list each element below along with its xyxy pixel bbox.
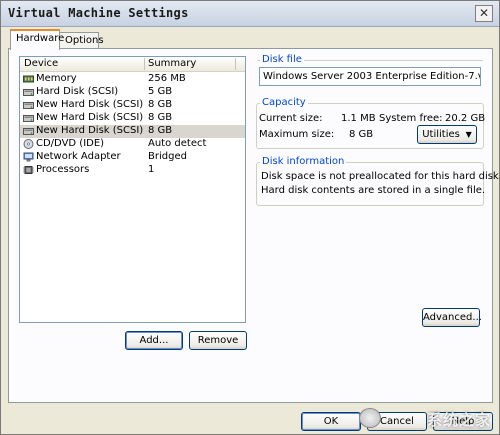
column-header-summary[interactable]: Summary [148,58,196,69]
disk-information-line-2: Hard disk contents are stored in a singl… [261,185,486,196]
device-summary: 256 MB [148,73,186,84]
remove-button[interactable]: Remove [189,331,247,350]
disk-file-group-label: Disk file [260,54,304,65]
system-free-label: System free: [379,113,443,124]
processor-icon [23,166,34,174]
device-name: Network Adapter [36,151,121,162]
device-summary: 8 GB [148,125,173,136]
device-row-cd-dvd[interactable]: CD/DVD (IDE) Auto detect [20,138,245,151]
close-button[interactable]: ✕ [475,5,493,22]
device-summary: Bridged [148,151,187,162]
window-title: Virtual Machine Settings [8,6,189,20]
current-size-label: Current size: [259,113,323,124]
utilities-button-label: Utilities [422,129,460,140]
watermark: 系统之家 [426,411,491,429]
current-size-value: 1.1 MB [341,113,376,124]
maximum-size-label: Maximum size: [259,129,335,140]
hard-disk-icon [23,89,34,96]
disk-information-group-box [256,162,484,206]
device-name: CD/DVD (IDE) [36,138,105,149]
cancel-button-label: Cancel [380,416,414,427]
disk-file-field[interactable]: Windows Server 2003 Enterprise Edition-7… [259,67,481,86]
device-summary: 8 GB [148,99,173,110]
system-free-value: 20.2 GB [445,113,486,124]
network-adapter-icon [23,152,34,162]
device-name: New Hard Disk (SCSI) [36,125,144,136]
device-name: Memory [36,73,77,84]
device-list-header: Device Summary [20,57,245,72]
hardware-tab-panel: Device Summary Memory 256 MB Hard Disk (… [8,48,500,403]
maximum-size-value: 8 GB [349,129,374,140]
add-button-label: Add... [139,335,169,346]
device-row-new-hard-disk-selected[interactable]: New Hard Disk (SCSI) 8 GB [20,125,245,138]
remove-button-label: Remove [197,335,239,346]
device-name: New Hard Disk (SCSI) [36,112,144,123]
device-name: New Hard Disk (SCSI) [36,99,144,110]
device-summary: 1 [148,164,155,175]
device-row-hard-disk[interactable]: Hard Disk (SCSI) 5 GB [20,86,245,99]
vm-settings-window: Virtual Machine Settings ✕ Hardware Opti… [0,0,500,435]
close-icon: ✕ [478,6,490,20]
device-row-memory[interactable]: Memory 256 MB [20,73,245,86]
device-summary: 8 GB [148,112,173,123]
hard-disk-icon [23,115,34,122]
device-summary: Auto detect [148,138,207,149]
column-divider[interactable] [144,58,145,70]
tab-hardware[interactable]: Hardware [10,29,64,50]
disk-information-group-label: Disk information [260,156,347,167]
watermark-logo [359,408,381,428]
utilities-button[interactable]: Utilities ▼ [417,125,477,144]
device-summary: 5 GB [148,86,173,97]
device-row-new-hard-disk[interactable]: New Hard Disk (SCSI) 8 GB [20,99,245,112]
column-header-device[interactable]: Device [24,58,58,69]
cd-dvd-icon [23,139,34,149]
ok-button-label: OK [323,416,339,427]
capacity-group-label: Capacity [260,97,308,108]
dropdown-arrow-icon: ▼ [463,130,472,139]
device-row-network-adapter[interactable]: Network Adapter Bridged [20,151,245,164]
memory-icon [23,75,34,83]
title-bar[interactable]: Virtual Machine Settings ✕ [1,1,499,27]
hard-disk-icon [23,128,34,135]
hard-disk-icon [23,102,34,109]
tab-options-label: Options [65,35,104,46]
advanced-button-label: Advanced... [423,312,482,323]
device-list[interactable]: Device Summary Memory 256 MB Hard Disk (… [19,56,246,323]
device-row-new-hard-disk[interactable]: New Hard Disk (SCSI) 8 GB [20,112,245,125]
disk-information-line-1: Disk space is not preallocated for this … [261,171,500,182]
device-name: Processors [36,164,90,175]
column-divider[interactable] [235,58,236,70]
device-name: Hard Disk (SCSI) [36,86,119,97]
ok-button[interactable]: OK [301,412,361,431]
tab-hardware-label: Hardware [16,33,65,44]
add-button[interactable]: Add... [125,331,183,350]
disk-file-value: Windows Server 2003 Enterprise Edition-7… [263,71,480,82]
advanced-button[interactable]: Advanced... [422,308,482,327]
device-row-processors[interactable]: Processors 1 [20,164,245,177]
